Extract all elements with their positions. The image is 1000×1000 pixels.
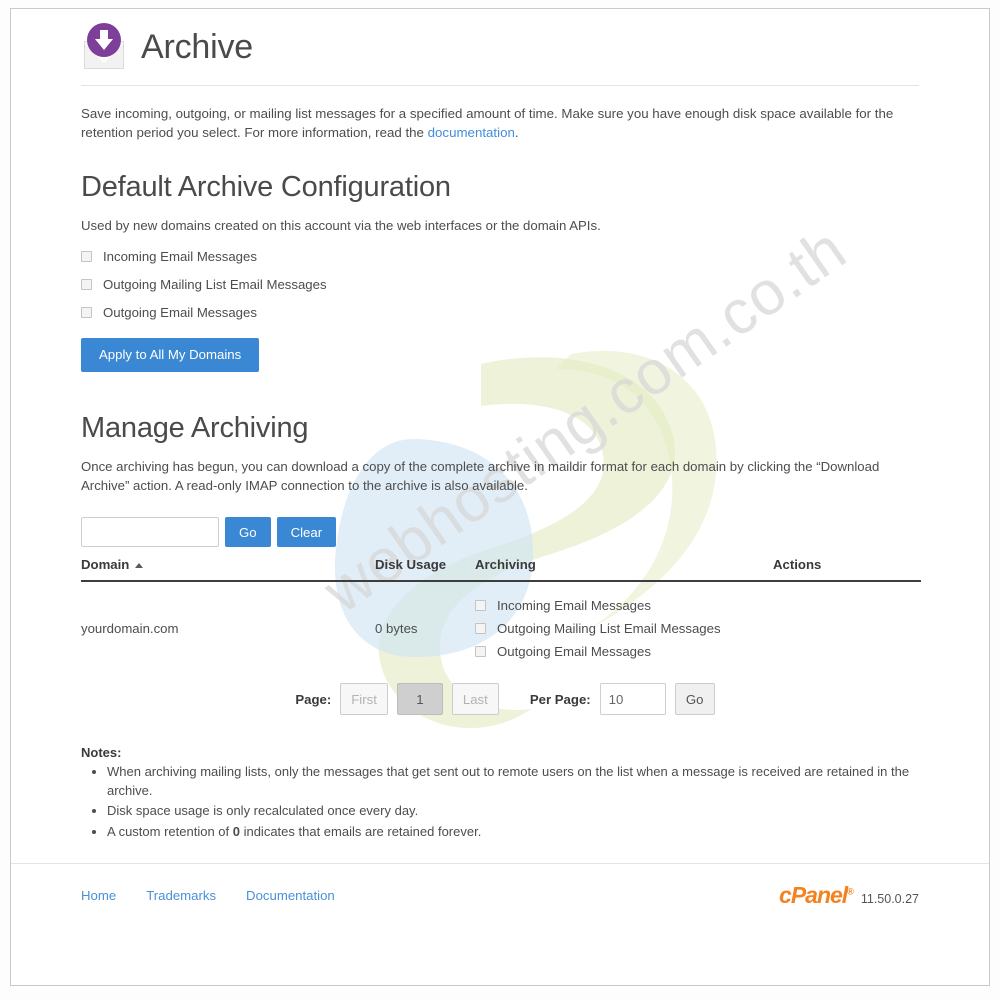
cpanel-logo-text: cPanel — [779, 881, 848, 908]
cell-archiving: Incoming Email Messages Outgoing Mailing… — [475, 598, 773, 659]
apply-button-wrapper: Apply to All My Domains — [81, 337, 919, 372]
footer-link-trademarks[interactable]: Trademarks — [146, 888, 216, 903]
note-item: When archiving mailing lists, only the m… — [107, 763, 919, 800]
note-text-prefix: A custom retention of — [107, 823, 233, 839]
option-label: Incoming Email Messages — [497, 598, 651, 614]
screenshot-root: webhosting.com.co.th Archive Save incomi… — [0, 0, 1000, 1000]
checkbox-row-outgoing-email[interactable] — [475, 646, 486, 658]
option-incoming-email[interactable]: Incoming Email Messages — [81, 249, 919, 264]
note-value-zero: 0 — [232, 823, 240, 839]
default-config-description: Used by new domains created on this acco… — [81, 217, 601, 233]
note-text-suffix: indicates that emails are retained forev… — [239, 823, 482, 839]
option-label: Outgoing Email Messages — [103, 304, 257, 320]
note-item: Disk space usage is only recalculated on… — [107, 802, 919, 820]
checkbox-outgoing-email[interactable] — [81, 306, 92, 318]
footer-brand: cPanel® 11.50.0.27 — [779, 882, 919, 909]
pagination-controls: Page: First 1 Last Per Page: Go — [81, 683, 919, 716]
option-label: Incoming Email Messages — [103, 248, 257, 264]
option-label: Outgoing Email Messages — [497, 644, 651, 660]
footer-link-documentation[interactable]: Documentation — [246, 888, 335, 903]
cell-disk-usage: 0 bytes — [375, 621, 418, 637]
table-row: yourdomain.com 0 bytes Incoming Email Me… — [81, 582, 921, 675]
notes-section: Notes: When archiving mailing lists, onl… — [81, 745, 919, 841]
notes-list: When archiving mailing lists, only the m… — [81, 763, 919, 841]
checkbox-incoming-email[interactable] — [81, 250, 92, 262]
pagination-current-page-button[interactable]: 1 — [396, 683, 443, 716]
apply-to-all-domains-button[interactable]: Apply to All My Domains — [81, 337, 260, 372]
cell-domain: yourdomain.com — [81, 621, 179, 637]
per-page-label: Per Page: — [529, 691, 591, 707]
search-row: Go Clear — [81, 517, 919, 548]
manage-archiving-heading: Manage Archiving — [81, 411, 309, 444]
page-intro: Save incoming, outgoing, or mailing list… — [81, 104, 901, 143]
pagination-first-button[interactable]: First — [340, 683, 388, 716]
note-item: A custom retention of 0 indicates that e… — [107, 823, 919, 841]
default-config-heading: Default Archive Configuration — [81, 170, 451, 203]
footer-links: Home Trademarks Documentation — [81, 888, 335, 903]
page-card: webhosting.com.co.th Archive Save incomi… — [10, 8, 990, 986]
sort-ascending-icon — [135, 563, 144, 569]
page-header: Archive — [81, 23, 919, 86]
row-option-incoming-email[interactable]: Incoming Email Messages — [475, 598, 773, 613]
page-title: Archive — [141, 27, 253, 66]
footer-link-home[interactable]: Home — [81, 888, 116, 903]
column-header-archiving[interactable]: Archiving — [475, 557, 773, 572]
default-config-options: Incoming Email Messages Outgoing Mailing… — [81, 249, 919, 320]
domain-search-input[interactable] — [81, 517, 219, 548]
pagination-last-button[interactable]: Last — [451, 683, 499, 716]
row-option-outgoing-email[interactable]: Outgoing Email Messages — [475, 644, 773, 659]
manage-archiving-description: Once archiving has begun, you can downlo… — [81, 458, 880, 494]
download-arrow-icon — [95, 30, 113, 50]
table-header-row: Domain Disk Usage Archiving Actions — [81, 557, 921, 583]
cpanel-logo: cPanel® — [779, 881, 854, 909]
row-option-outgoing-mailing-list[interactable]: Outgoing Mailing List Email Messages — [475, 621, 773, 636]
cpanel-version: 11.50.0.27 — [860, 891, 919, 906]
column-header-actions: Actions — [773, 557, 822, 573]
option-label: Outgoing Mailing List Email Messages — [497, 621, 721, 637]
per-page-go-button[interactable]: Go — [674, 683, 715, 716]
column-label: Domain — [81, 557, 130, 573]
option-outgoing-email[interactable]: Outgoing Email Messages — [81, 305, 919, 320]
search-clear-button[interactable]: Clear — [276, 517, 337, 548]
page-content: Archive Save incoming, outgoing, or mail… — [11, 23, 989, 909]
page-label: Page: — [295, 691, 332, 707]
page-footer: Home Trademarks Documentation cPanel® 11… — [11, 862, 989, 909]
option-label: Outgoing Mailing List Email Messages — [103, 276, 327, 292]
column-header-disk-usage[interactable]: Disk Usage — [375, 557, 475, 572]
option-outgoing-mailing-list[interactable]: Outgoing Mailing List Email Messages — [81, 277, 919, 292]
notes-title: Notes: — [81, 745, 122, 761]
archive-icon — [81, 23, 127, 71]
checkbox-outgoing-mailing-list[interactable] — [81, 278, 92, 290]
per-page-input[interactable] — [599, 683, 666, 716]
archiving-table: Domain Disk Usage Archiving Actions your… — [81, 557, 921, 675]
search-go-button[interactable]: Go — [225, 517, 271, 548]
intro-suffix: . — [514, 125, 519, 141]
checkbox-row-outgoing-mailing-list[interactable] — [475, 623, 486, 635]
documentation-link[interactable]: documentation — [428, 125, 515, 140]
registered-mark-icon: ® — [847, 886, 854, 897]
checkbox-row-incoming-email[interactable] — [475, 600, 486, 612]
column-header-domain[interactable]: Domain — [81, 557, 375, 572]
